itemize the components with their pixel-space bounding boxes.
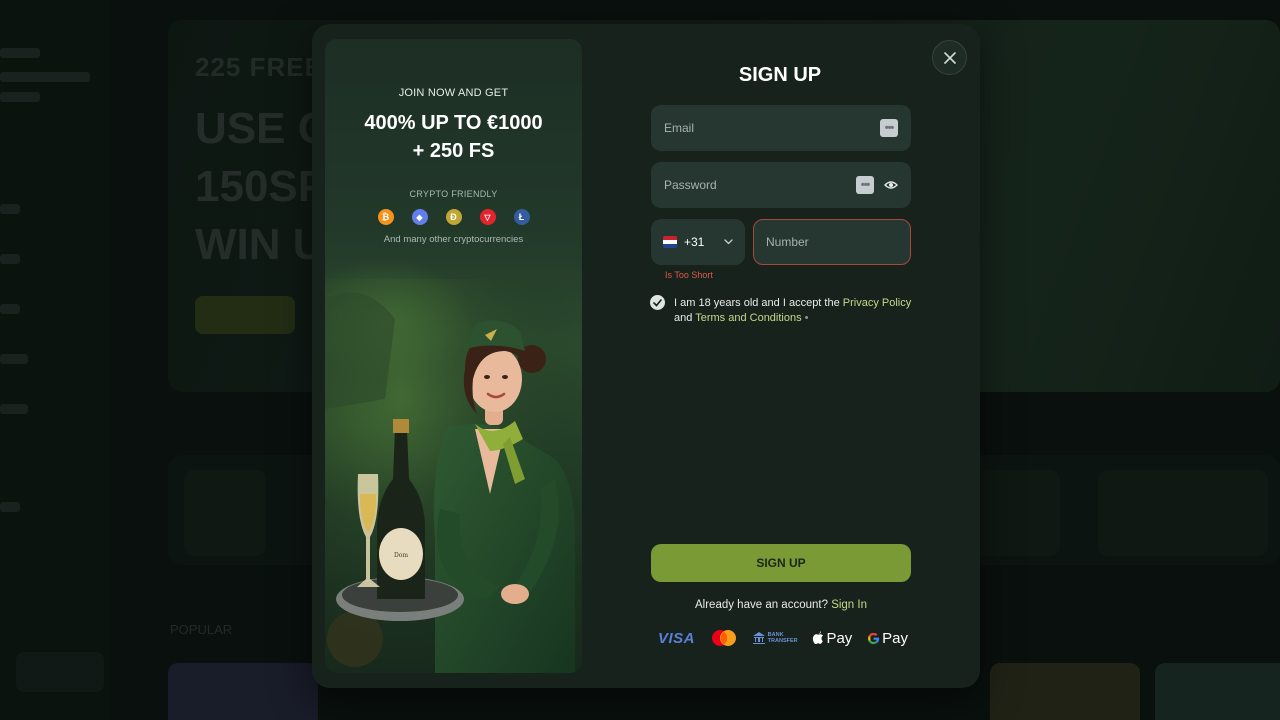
phone-country-select[interactable]: +31: [651, 219, 745, 265]
tron-icon: ▽: [479, 209, 496, 225]
terms-text: I am 18 years old and I accept the Priva…: [674, 296, 914, 326]
google-pay-icon: Pay: [867, 630, 908, 647]
signup-modal: JOIN NOW AND GET 400% UP TO €1000 + 250 …: [312, 24, 980, 688]
bitcoin-icon: ₿: [377, 209, 394, 225]
password-field[interactable]: •••: [651, 162, 911, 208]
dogecoin-icon: Ð: [445, 209, 462, 225]
close-button[interactable]: [932, 40, 967, 75]
promo-offer-line: 400% UP TO €1000: [364, 112, 543, 134]
google-pay-text: Pay: [882, 629, 908, 647]
email-field[interactable]: •••: [651, 105, 911, 151]
promo-join-text: JOIN NOW AND GET: [398, 87, 509, 99]
apple-pay-text: Pay: [826, 629, 853, 647]
crypto-friendly-label: CRYPTO FRIENDLY: [409, 189, 498, 199]
mastercard-icon: [710, 629, 738, 647]
netherlands-flag-icon: [663, 236, 677, 248]
checkmark-icon: [653, 298, 662, 307]
apple-pay-icon: Pay: [812, 630, 852, 647]
promo-offer-line: + 250 FS: [412, 140, 495, 162]
svg-text:Dom: Dom: [394, 552, 408, 559]
password-manager-icon[interactable]: •••: [856, 176, 874, 194]
eye-icon[interactable]: [884, 180, 898, 190]
signin-link[interactable]: Sign In: [831, 599, 867, 611]
have-account-label: Already have an account?: [695, 599, 828, 611]
bank-text-line: TRANSFER: [767, 638, 798, 644]
signup-button[interactable]: SIGN UP: [651, 544, 911, 582]
phone-code-text: +31: [684, 235, 705, 249]
more-crypto-text: And many other cryptocurrencies: [383, 234, 524, 245]
crypto-coin-list: ₿ ◆ Ð ▽ Ł: [325, 209, 582, 225]
phone-number-field[interactable]: [753, 219, 911, 265]
password-input[interactable]: [664, 178, 856, 192]
chevron-down-icon: [724, 239, 733, 245]
visa-icon: VISA: [658, 629, 696, 647]
close-icon: [943, 51, 956, 64]
terms-prefix: I am 18 years old and I accept the: [674, 297, 843, 309]
ethereum-icon: ◆: [411, 209, 428, 225]
terms-conditions-link[interactable]: Terms and Conditions: [695, 312, 801, 324]
phone-error-text: Is Too Short: [665, 270, 713, 280]
phone-number-input[interactable]: [766, 235, 898, 249]
payment-methods: VISA BANK TRANSFER Pay Pay: [658, 627, 908, 649]
promo-offer: 400% UP TO €1000 + 250 FS: [325, 109, 582, 165]
form-title: SIGN UP: [738, 64, 822, 86]
stewardess-illustration: Dom: [325, 279, 582, 673]
terms-and: and: [674, 312, 696, 324]
password-manager-icon[interactable]: •••: [880, 119, 898, 137]
litecoin-icon: Ł: [513, 209, 530, 225]
promo-panel: JOIN NOW AND GET 400% UP TO €1000 + 250 …: [325, 39, 582, 673]
email-input[interactable]: [664, 121, 880, 135]
have-account-text: Already have an account? Sign In: [651, 599, 911, 611]
bank-transfer-icon: BANK TRANSFER: [752, 632, 798, 644]
required-marker: •: [801, 312, 809, 324]
privacy-policy-link[interactable]: Privacy Policy: [843, 297, 911, 309]
terms-checkbox[interactable]: [650, 295, 665, 310]
